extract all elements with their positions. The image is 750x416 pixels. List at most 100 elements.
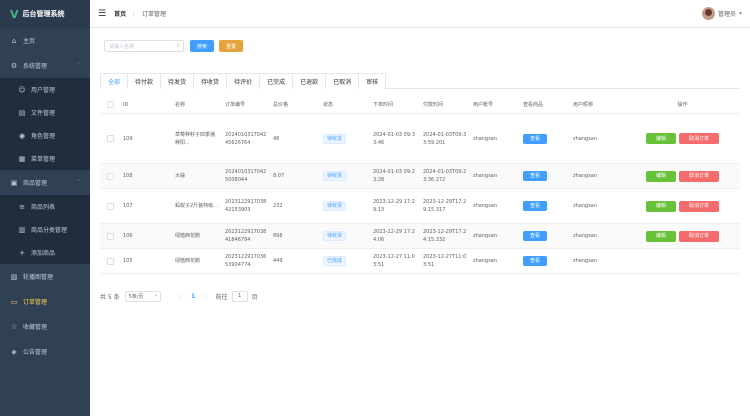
page-size-select[interactable]: 5条/页 ▾ bbox=[124, 290, 161, 302]
column-header: 名称 bbox=[175, 101, 186, 108]
tab[interactable]: 待收货 bbox=[193, 73, 228, 89]
edit-button[interactable]: 编辑 bbox=[646, 170, 676, 182]
page-number[interactable]: 1 bbox=[191, 293, 195, 300]
table-row[interactable]: 108 大蒜 2024010317042 5008044 8.07 待收货 2024-01… bbox=[100, 164, 740, 189]
edit-button[interactable]: 编辑 bbox=[646, 200, 676, 212]
sidebar-item[interactable]: ▧ 轮播图管理 bbox=[0, 264, 90, 289]
cancel-order-button[interactable]: 取消订单 bbox=[679, 200, 719, 212]
breadcrumb: 首页 / 订单管理 bbox=[114, 9, 166, 18]
tab[interactable]: 已完成 bbox=[259, 73, 294, 89]
user-name[interactable]: 管理员 bbox=[718, 9, 736, 18]
sidebar-item-label: 添加商品 bbox=[31, 250, 56, 257]
collapse-menu-icon[interactable]: ☰ bbox=[98, 9, 106, 19]
table-row[interactable]: 107 蚂蚁子2斤装特级... 2023122917038 42153903 232 待… bbox=[100, 189, 740, 224]
cell-nickname: zhangsan bbox=[573, 135, 598, 142]
goto-page-input[interactable]: 1 bbox=[231, 290, 248, 302]
cell-actions: 编辑 取消订单 bbox=[625, 133, 740, 144]
cell-pay-time: 2024-01-03T09:3 3:59.201 bbox=[423, 131, 467, 146]
sidebar-item[interactable]: + 添加商品 bbox=[0, 241, 90, 264]
cell-view: 查看 bbox=[520, 171, 570, 181]
reset-button[interactable]: 重置 bbox=[219, 40, 243, 52]
cell-order-time: 2023-12-29 17:2 9:13 bbox=[373, 199, 415, 213]
avatar[interactable] bbox=[701, 7, 715, 20]
breadcrumb-current: 订单管理 bbox=[141, 11, 166, 18]
cell-actions: 编辑 取消订单 bbox=[625, 170, 740, 182]
cell-status: 待收货 bbox=[320, 231, 370, 241]
sidebar-item[interactable]: ⚙ 系统管理 ˄ bbox=[0, 53, 90, 78]
column-header: 下单时间 bbox=[373, 101, 394, 108]
sidebar-item[interactable]: ☺ 用户管理 bbox=[0, 78, 90, 101]
cell-name: 绿植西花鹅 bbox=[175, 233, 201, 239]
cell-price: 8.07 bbox=[273, 173, 285, 179]
orders-table: ID 名称 订单编号 总价格 状态 下单时间 付款时间 用户账号 查看商品 用户昵称 操作 109 草… bbox=[100, 96, 740, 274]
cancel-order-button[interactable]: 取消订单 bbox=[679, 230, 719, 242]
search-input[interactable]: 请输入名称 ⌕ bbox=[104, 40, 184, 52]
row-checkbox[interactable] bbox=[106, 257, 114, 265]
breadcrumb-home[interactable]: 首页 bbox=[114, 11, 126, 18]
sidebar-item[interactable]: ▥ 商品分类管理 bbox=[0, 218, 90, 241]
sidebar-item-label: 商品管理 bbox=[23, 180, 48, 187]
cell-id: 105 bbox=[123, 258, 133, 264]
row-checkbox[interactable] bbox=[106, 202, 114, 210]
view-goods-button[interactable]: 查看 bbox=[523, 231, 547, 241]
next-page-icon[interactable]: › bbox=[204, 293, 206, 300]
user-icon: ☺ bbox=[18, 85, 26, 94]
table-row[interactable]: 106 绿植西花鹅 2023122917038 41846784 898 待收货 2023… bbox=[100, 224, 740, 249]
edit-button[interactable]: 编辑 bbox=[646, 230, 676, 242]
tab[interactable]: 待评价 bbox=[226, 73, 261, 89]
app-logo[interactable]: V 后台管理系统 bbox=[0, 0, 90, 28]
view-goods-button[interactable]: 查看 bbox=[523, 256, 547, 266]
cell-pay-time: 2023-12-27T11:0 3:51 bbox=[423, 254, 467, 268]
chevron-down-icon[interactable]: ▾ bbox=[739, 10, 742, 17]
tab[interactable]: 审核 bbox=[358, 73, 387, 89]
sidebar-item[interactable]: ▣ 商品管理 ˄ bbox=[0, 170, 90, 195]
sidebar-item[interactable]: ▭ 订单管理 bbox=[0, 289, 90, 314]
tab[interactable]: 已取消 bbox=[325, 73, 360, 89]
sidebar-item-label: 商品列表 bbox=[31, 204, 56, 211]
user-menu[interactable]: 管理员 ▾ bbox=[701, 7, 742, 20]
select-all-checkbox[interactable] bbox=[106, 101, 114, 108]
cell-order-no: 2023122917036 53904774 bbox=[225, 254, 267, 268]
cell-view: 查看 bbox=[520, 133, 570, 144]
cancel-order-button[interactable]: 取消订单 bbox=[679, 170, 719, 182]
table-row[interactable]: 109 草莓种籽子四季播种阳... 2024010317042 45626764 48… bbox=[100, 114, 740, 164]
search-button[interactable]: 搜索 bbox=[190, 40, 214, 52]
chevron-up-icon: ˄ bbox=[77, 62, 80, 69]
pagination-total: 共 5 条 bbox=[100, 293, 120, 301]
search-placeholder: 请输入名称 bbox=[109, 43, 135, 50]
menu-icon: ▦ bbox=[18, 154, 26, 163]
tab[interactable]: 全部 bbox=[100, 73, 129, 89]
view-goods-button[interactable]: 查看 bbox=[523, 133, 547, 144]
logo-mark: V bbox=[10, 7, 19, 21]
sidebar-item[interactable]: ▦ 菜单管理 bbox=[0, 147, 90, 170]
column-header: ID bbox=[123, 101, 129, 108]
cell-view: 查看 bbox=[520, 201, 570, 211]
sidebar-item[interactable]: ▤ 文件管理 bbox=[0, 101, 90, 124]
prev-page-icon[interactable]: ‹ bbox=[180, 293, 182, 300]
table-row[interactable]: 105 绿植西花鹅 2023122917036 53904774 449 已完成 2023… bbox=[100, 249, 740, 274]
sidebar-item-label: 文件管理 bbox=[31, 110, 56, 117]
cell-account: zhangsan bbox=[473, 173, 498, 179]
sidebar-item[interactable]: ◈ 公告管理 bbox=[0, 339, 90, 364]
edit-button[interactable]: 编辑 bbox=[646, 133, 676, 144]
cell-id: 107 bbox=[123, 203, 133, 209]
sidebar-item[interactable]: ⌂ 主页 bbox=[0, 28, 90, 53]
cancel-order-button[interactable]: 取消订单 bbox=[679, 133, 719, 144]
view-goods-button[interactable]: 查看 bbox=[523, 201, 547, 211]
tab[interactable]: 待发货 bbox=[160, 73, 195, 89]
view-goods-button[interactable]: 查看 bbox=[523, 171, 547, 181]
sidebar-item[interactable]: ≡ 商品列表 bbox=[0, 195, 90, 218]
chevron-up-icon: ˄ bbox=[77, 179, 80, 186]
tab[interactable]: 已退款 bbox=[292, 73, 327, 89]
pagination: 共 5 条 5条/页 ▾ ‹ 1 › 前往 1 页 bbox=[100, 290, 258, 302]
cell-id: 108 bbox=[123, 173, 133, 179]
row-checkbox[interactable] bbox=[106, 232, 114, 240]
cell-price: 449 bbox=[273, 258, 283, 264]
sidebar-item[interactable]: ◉ 角色管理 bbox=[0, 124, 90, 147]
sidebar-item[interactable]: ☆ 收藏管理 bbox=[0, 314, 90, 339]
row-checkbox[interactable] bbox=[106, 172, 114, 180]
tab[interactable]: 待付款 bbox=[127, 73, 162, 89]
row-checkbox[interactable] bbox=[106, 135, 114, 142]
sidebar-item-label: 收藏管理 bbox=[23, 324, 48, 331]
sidebar-item-label: 订单管理 bbox=[23, 299, 48, 306]
